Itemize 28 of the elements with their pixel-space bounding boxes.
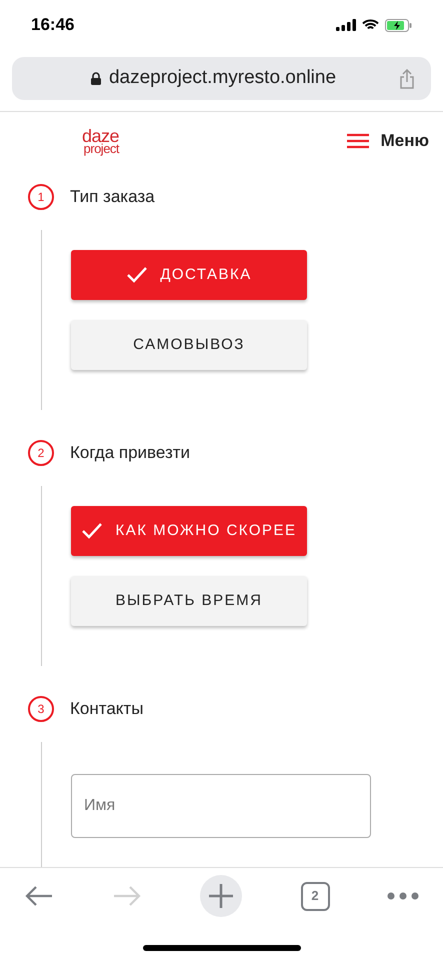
step-number: 1 — [28, 184, 54, 210]
share-icon[interactable] — [399, 68, 415, 88]
battery-icon — [385, 18, 412, 32]
check-icon — [126, 266, 148, 284]
more-icon[interactable] — [387, 892, 419, 900]
step-number: 2 — [28, 440, 54, 466]
option-button[interactable]: ДОСТАВКА — [71, 250, 307, 300]
back-icon[interactable] — [24, 885, 54, 907]
menu-icon — [346, 133, 369, 149]
logo[interactable]: daze project — [82, 127, 120, 155]
status-time: 16:46 — [31, 14, 74, 36]
option-button[interactable]: КАК МОЖНО СКОРЕЕ — [71, 506, 307, 556]
new-tab-icon[interactable] — [199, 874, 243, 918]
step-title: Контакты — [70, 698, 144, 720]
option-button[interactable]: ВЫБРАТЬ ВРЕМЯ — [71, 576, 307, 626]
check-icon — [81, 522, 104, 540]
step-title: Когда привезти — [70, 442, 190, 464]
address-bar[interactable]: dazeproject.myresto.online — [12, 57, 431, 100]
wifi-icon — [362, 19, 379, 31]
option-button[interactable]: САМОВЫВОЗ — [71, 320, 307, 370]
step-number: 3 — [28, 696, 54, 722]
signal-icon — [336, 19, 356, 31]
lock-icon — [90, 72, 101, 85]
step-title: Тип заказа — [70, 186, 155, 208]
tab-count-button[interactable]: 2 — [300, 882, 330, 910]
url-text: dazeproject.myresto.online — [108, 66, 336, 90]
input-field[interactable]: Имя — [71, 774, 371, 838]
menu-button[interactable]: Меню — [346, 128, 429, 154]
